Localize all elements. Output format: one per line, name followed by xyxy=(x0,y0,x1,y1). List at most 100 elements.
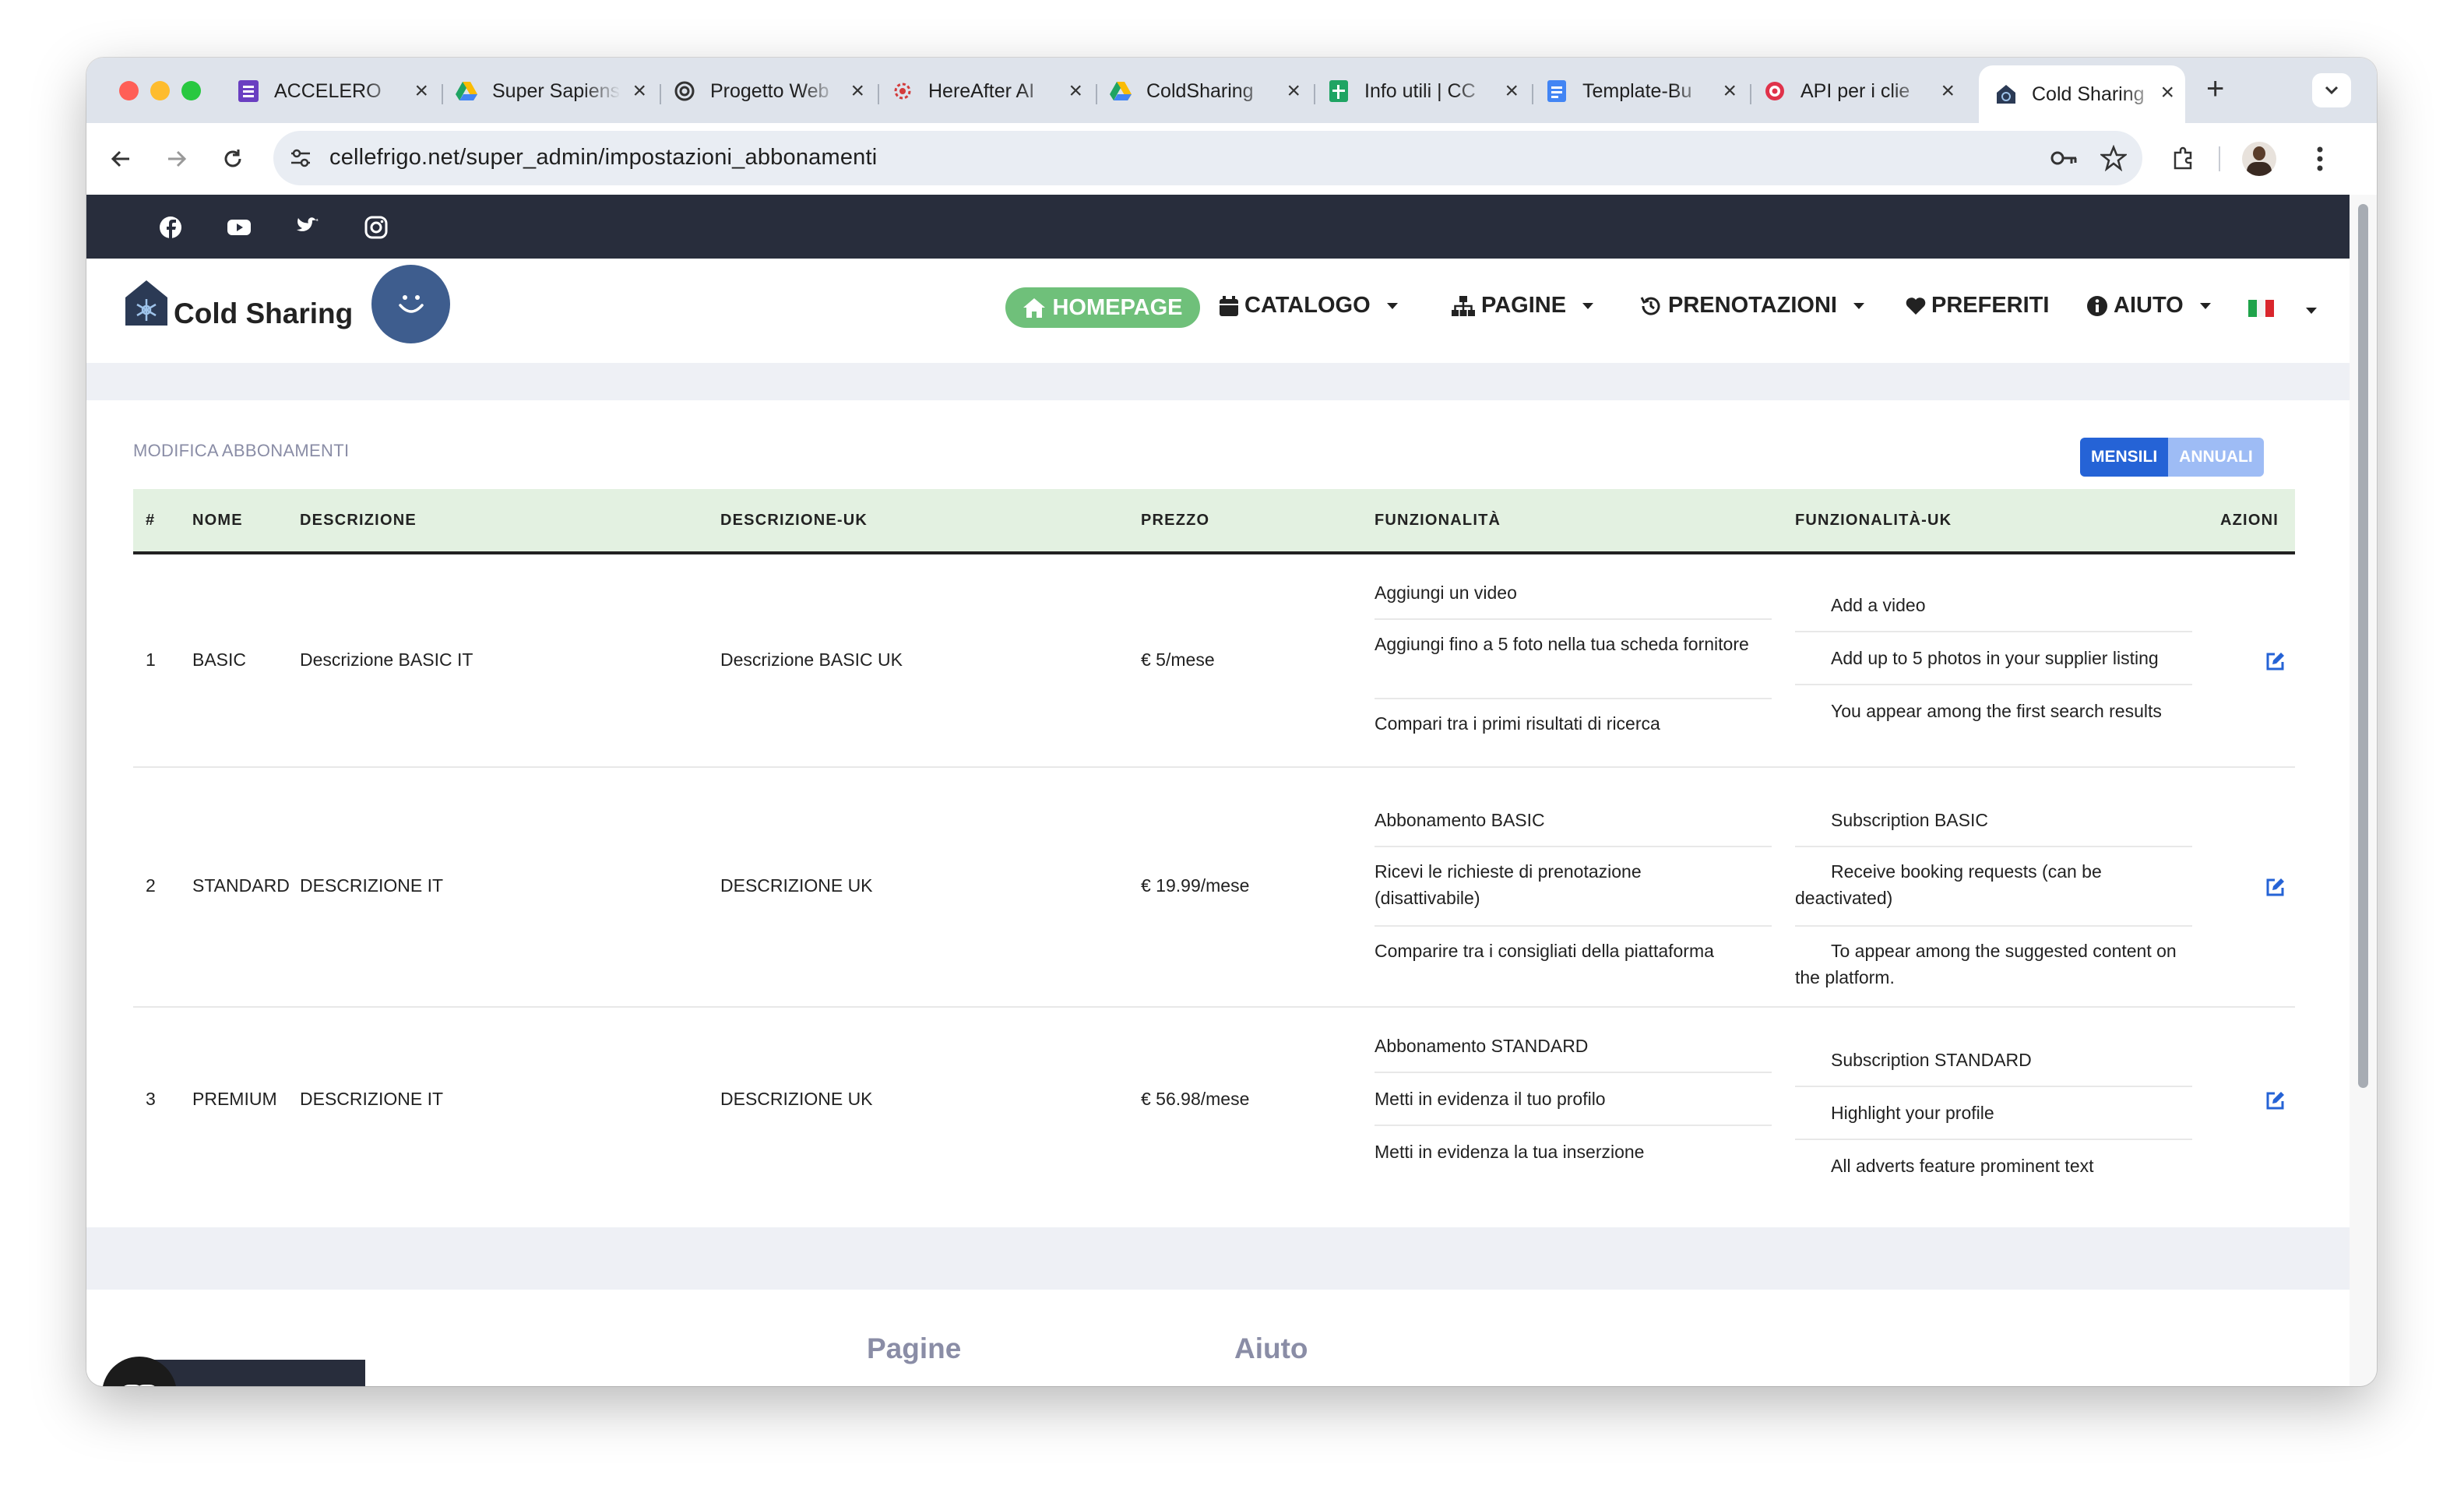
tab-super-sapiens[interactable]: Super Sapiens × xyxy=(455,69,657,114)
caret-down-icon xyxy=(2199,302,2211,309)
instagram-icon[interactable] xyxy=(364,215,389,240)
close-tab-icon[interactable]: × xyxy=(414,78,428,104)
caret-down-icon xyxy=(1582,302,1594,309)
close-window-button[interactable] xyxy=(119,81,139,100)
extensions-icon[interactable] xyxy=(2170,145,2197,171)
feature-item: Aggiungi un video xyxy=(1375,583,1517,603)
nav-aiuto[interactable]: AIUTO xyxy=(2086,293,2212,319)
sitemap-icon xyxy=(1452,295,1475,316)
row-desc-uk: DESCRIZIONE UK xyxy=(720,1089,873,1109)
table-row: 2 STANDARD DESCRIZIONE IT DESCRIZIONE UK… xyxy=(133,766,2295,1008)
tab-search-button[interactable] xyxy=(2312,73,2351,107)
close-tab-icon[interactable]: × xyxy=(850,78,864,104)
tab-divider xyxy=(442,84,443,104)
edit-icon[interactable] xyxy=(2265,877,2286,897)
accessibility-icon xyxy=(124,1385,155,1386)
close-tab-icon[interactable]: × xyxy=(1505,78,1519,104)
col-actions: AZIONI xyxy=(2220,512,2279,529)
tab-bar: ACCELERO × Super Sapiens × Progetto Web … xyxy=(86,58,2377,123)
row-num: 2 xyxy=(146,875,156,896)
minimize-window-button[interactable] xyxy=(150,81,170,100)
web-page: Cold Sharing HOMEPAGE CATALOGO PAGINE PR… xyxy=(86,195,2350,1386)
nav-pagine[interactable]: PAGINE xyxy=(1451,293,1594,319)
annual-button[interactable]: ANNUALI xyxy=(2168,438,2264,477)
youtube-icon[interactable] xyxy=(227,215,252,240)
col-desc: DESCRIZIONE xyxy=(300,512,417,529)
tab-divider xyxy=(1314,84,1315,104)
nav-homepage[interactable]: HOMEPAGE xyxy=(1005,287,1200,328)
gear-icon xyxy=(891,79,914,103)
feature-uk-item: Add a video xyxy=(1831,595,1926,615)
tab-progetto-web[interactable]: Progetto Web × xyxy=(673,69,875,114)
feature-item: Metti in evidenza la tua inserzione xyxy=(1375,1142,1645,1162)
tab-cold-sharing[interactable]: Cold Sharing × xyxy=(1979,65,2185,123)
edit-icon[interactable] xyxy=(2265,651,2286,671)
site-footer: Pagine Aiuto xyxy=(86,1290,2350,1386)
brand-name[interactable]: Cold Sharing xyxy=(174,297,353,330)
maximize-window-button[interactable] xyxy=(181,81,201,100)
feature-divider xyxy=(1375,925,1772,927)
facebook-icon[interactable] xyxy=(158,215,183,240)
feature-uk-item: Subscription BASIC xyxy=(1795,807,2192,833)
row-price: € 19.99/mese xyxy=(1141,875,1250,896)
feature-item: Compari tra i primi risultati di ricerca xyxy=(1375,713,1660,734)
feature-item: Comparire tra i consigliati della piatta… xyxy=(1375,941,1714,961)
site-icon xyxy=(1994,83,2018,106)
col-price: PREZZO xyxy=(1141,512,1210,529)
browser-toolbar: cellefrigo.net/super_admin/impostazioni_… xyxy=(86,123,2377,195)
feature-divider xyxy=(1375,846,1772,847)
reload-button[interactable] xyxy=(213,139,253,179)
avatar[interactable] xyxy=(2242,142,2276,176)
row-desc-uk: DESCRIZIONE UK xyxy=(720,875,873,896)
nav-aiuto-label: AIUTO xyxy=(2114,293,2184,318)
address-bar[interactable]: cellefrigo.net/super_admin/impostazioni_… xyxy=(273,131,2142,185)
nav-catalogo[interactable]: CATALOGO xyxy=(1219,293,1399,319)
close-tab-icon[interactable]: × xyxy=(1287,78,1301,104)
close-tab-icon[interactable]: × xyxy=(632,78,646,104)
caret-down-icon xyxy=(2306,308,2317,314)
key-icon[interactable] xyxy=(2050,148,2079,168)
language-selector[interactable] xyxy=(2248,300,2318,317)
monthly-button[interactable]: MENSILI xyxy=(2080,438,2169,477)
kebab-menu-icon xyxy=(2317,146,2323,171)
tab-api[interactable]: API per i clie × xyxy=(1763,69,1966,114)
close-tab-icon[interactable]: × xyxy=(1941,78,1955,104)
tab-info-utili[interactable]: Info utili | CC × xyxy=(1327,69,1529,114)
close-tab-icon[interactable]: × xyxy=(2160,79,2174,106)
back-button[interactable] xyxy=(100,139,141,179)
tab-coldsharing-drive[interactable]: ColdSharing × xyxy=(1109,69,1311,114)
tab-hereafter[interactable]: HereAfter AI × xyxy=(891,69,1093,114)
browser-menu-button[interactable] xyxy=(2315,145,2325,173)
nav-prenotazioni[interactable]: PRENOTAZIONI xyxy=(1639,293,1865,319)
tab-title: ColdSharing xyxy=(1146,79,1254,102)
feature-divider xyxy=(1795,1139,2192,1140)
accessibility-smile-button[interactable] xyxy=(371,265,450,343)
twitter-icon[interactable] xyxy=(295,215,320,240)
feature-divider xyxy=(1795,684,2192,685)
nav-preferiti[interactable]: PREFERITI xyxy=(1906,293,2049,319)
tab-template[interactable]: Template-Bu × xyxy=(1545,69,1748,114)
footer-aiuto-heading: Aiuto xyxy=(1234,1332,1308,1364)
row-price: € 5/mese xyxy=(1141,649,1215,670)
forward-button[interactable] xyxy=(157,139,197,179)
star-icon[interactable] xyxy=(2100,145,2127,171)
page-scrollbar-thumb[interactable] xyxy=(2358,204,2368,1088)
row-desc-uk: Descrizione BASIC UK xyxy=(720,649,903,670)
close-tab-icon[interactable]: × xyxy=(1068,78,1082,104)
new-tab-button[interactable]: + xyxy=(2206,73,2224,104)
nav-prenotazioni-label: PRENOTAZIONI xyxy=(1668,293,1837,318)
logo-icon[interactable] xyxy=(124,279,169,327)
tab-title: API per i clie xyxy=(1800,79,1910,102)
tab-title: Template-Bu xyxy=(1582,79,1692,102)
table-row: 3 PREMIUM DESCRIZIONE IT DESCRIZIONE UK … xyxy=(133,1006,2295,1224)
tab-title: ACCELERO xyxy=(274,79,382,102)
tab-accelero[interactable]: ACCELERO × xyxy=(237,69,439,114)
tab-divider xyxy=(660,84,661,104)
feature-uk-item: Add up to 5 photos in your supplier list… xyxy=(1831,648,2159,668)
edit-icon[interactable] xyxy=(2265,1090,2286,1111)
caret-down-icon xyxy=(1386,302,1398,309)
target-icon xyxy=(1763,79,1786,103)
feature-uk-text: To appear among the suggested content on… xyxy=(1795,941,2177,987)
tab-title: Cold Sharing xyxy=(2032,83,2145,105)
close-tab-icon[interactable]: × xyxy=(1723,78,1737,104)
